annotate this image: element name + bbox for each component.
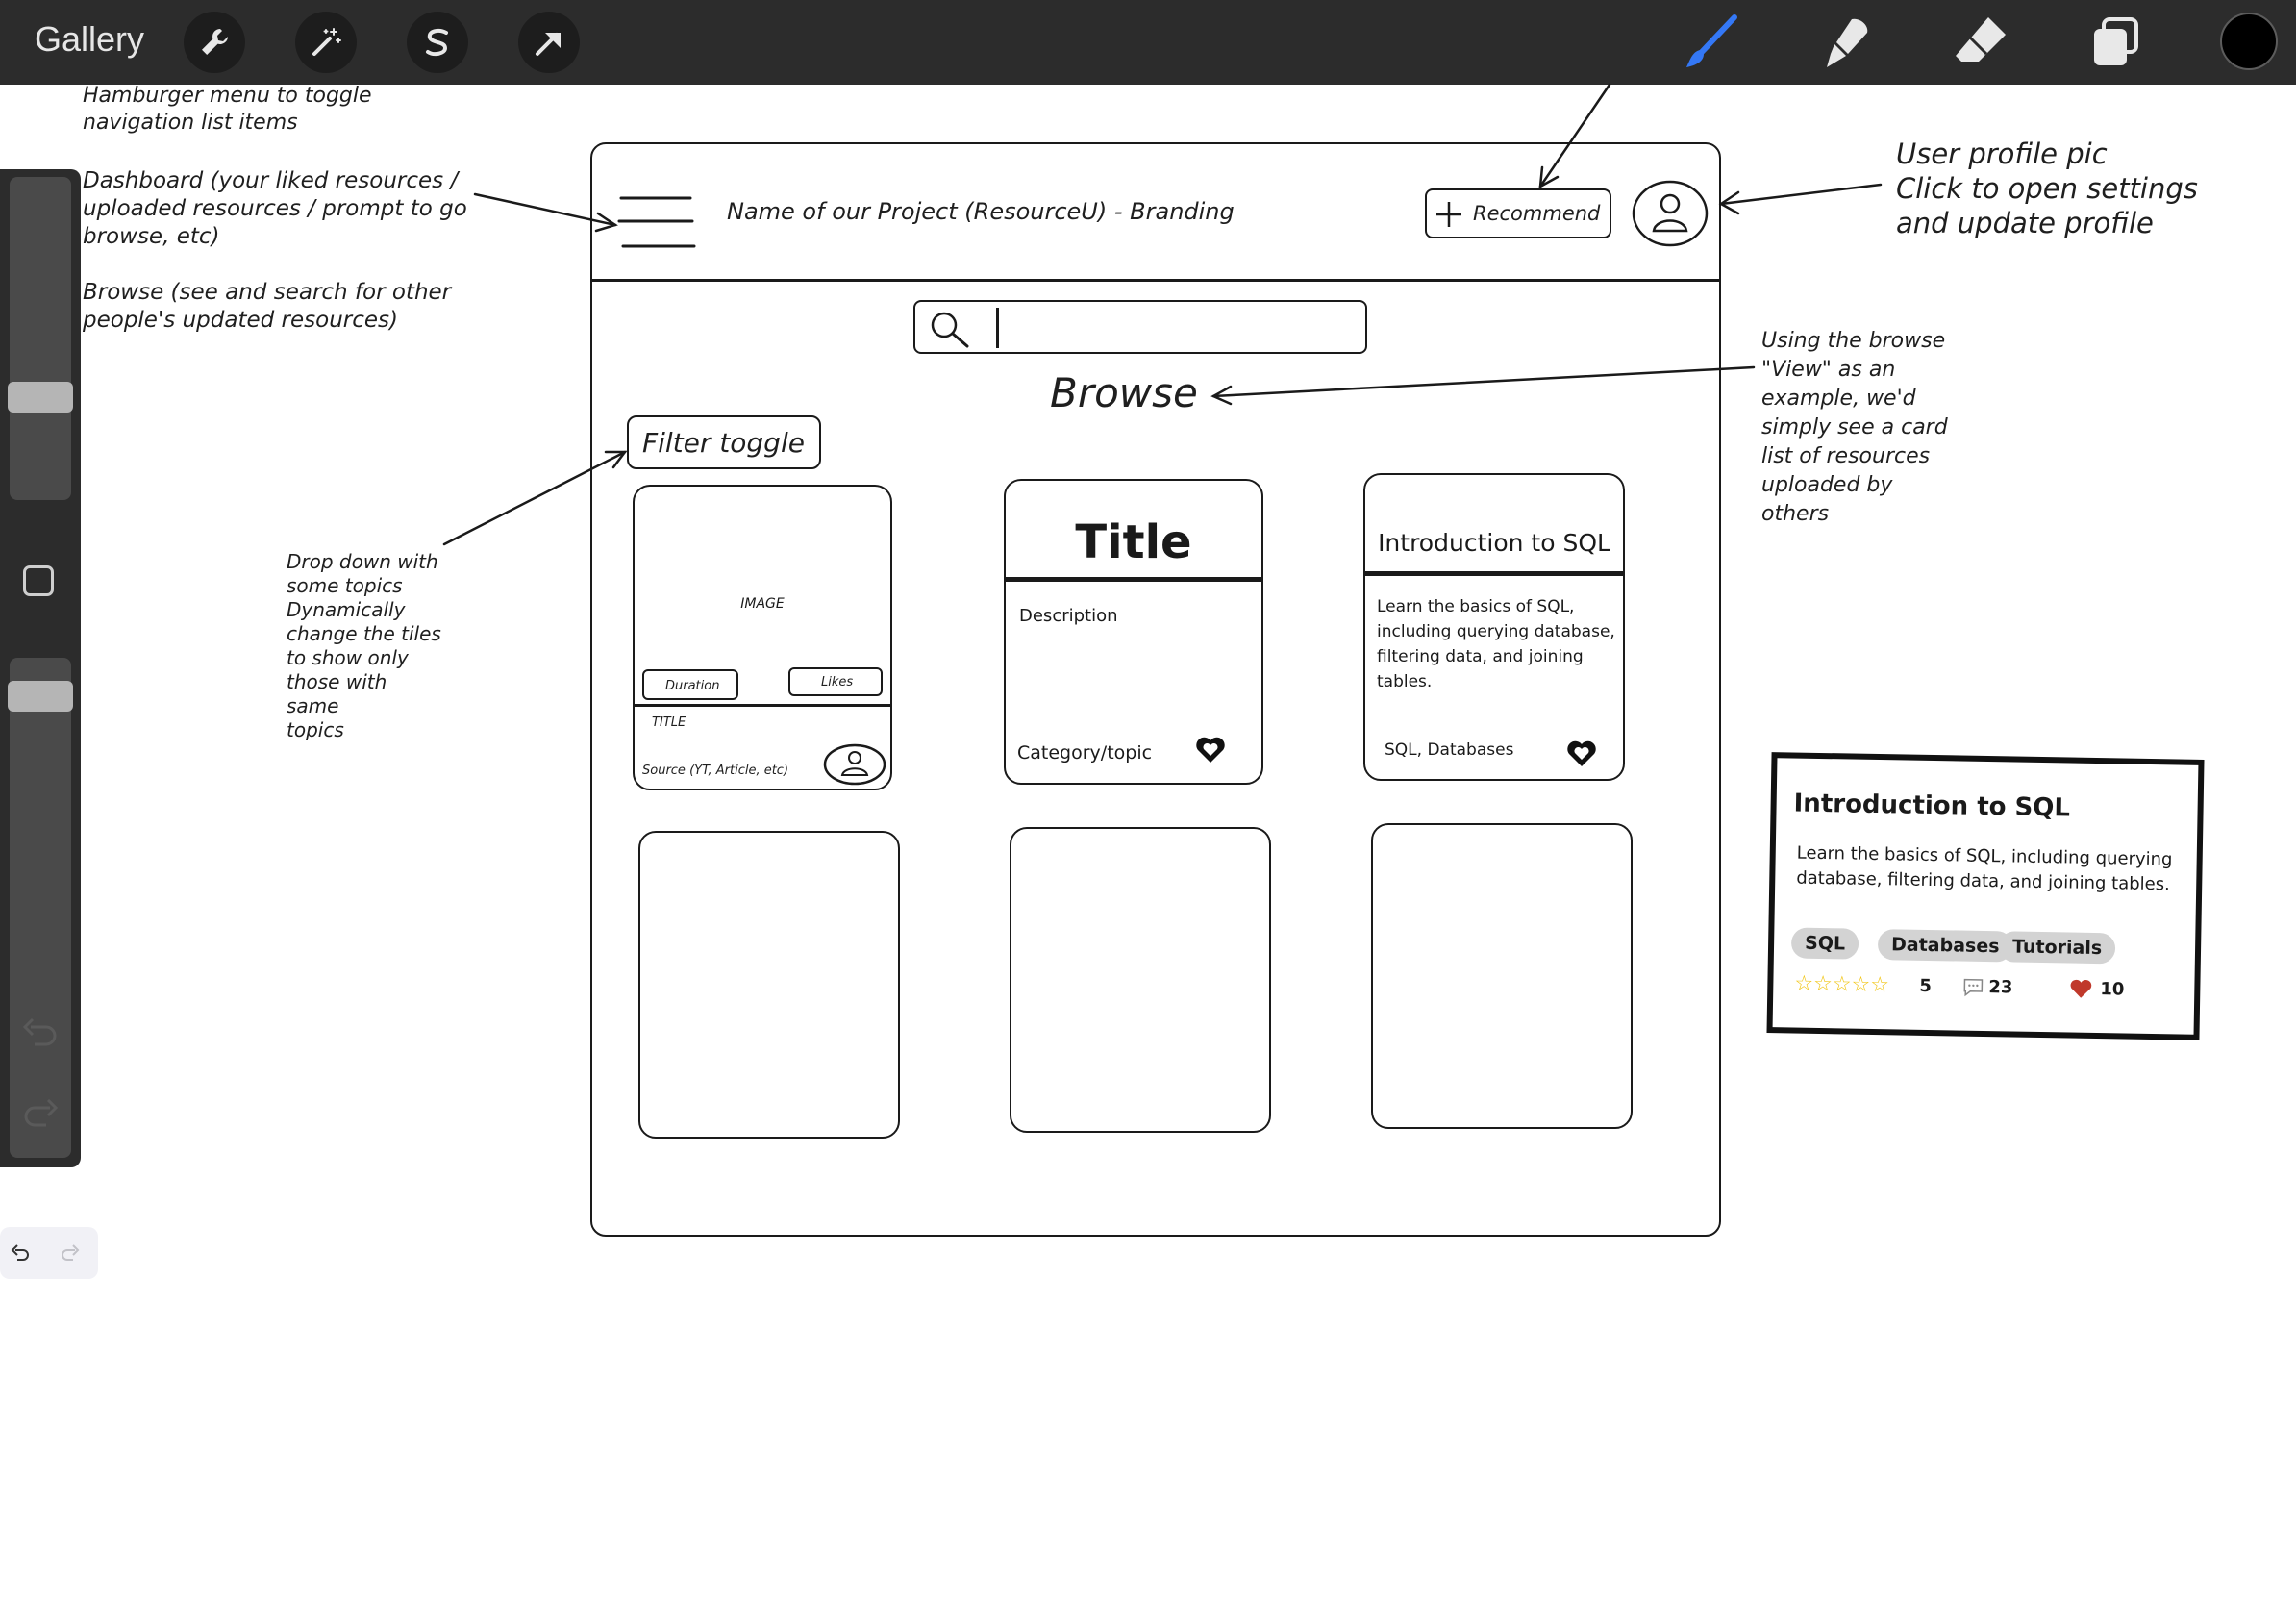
comment-count: 23	[1988, 977, 2013, 998]
browse-heading: Browse	[1050, 369, 1198, 416]
text-cursor	[996, 308, 999, 348]
card-3-divider	[1365, 571, 1623, 576]
duration-button[interactable]: Duration	[642, 669, 738, 700]
card-2-divider	[1006, 577, 1261, 582]
recommend-button[interactable]: Recommend	[1425, 188, 1611, 238]
card-1-divider	[635, 704, 890, 707]
branding-text: Name of our Project (ResourceU) - Brandi…	[727, 198, 1235, 225]
filter-toggle-label: Filter toggle	[642, 427, 805, 459]
card-2-title: Title	[1075, 515, 1192, 569]
search-bar[interactable]	[913, 300, 1367, 354]
card-2-category: Category/topic	[1017, 742, 1153, 764]
tag-sql[interactable]: SQL	[1790, 927, 1859, 960]
card-3-description: Learn the basics of SQL, including query…	[1377, 597, 1615, 691]
detail-card-description: Learn the basics of SQL, including query…	[1796, 842, 2173, 895]
resource-detail-card[interactable]: Introduction to SQL Learn the basics of …	[1766, 752, 2205, 1040]
card-1-source: Source (YT, Article, etc)	[642, 764, 789, 778]
resource-card-5[interactable]	[1010, 827, 1271, 1133]
likes-button[interactable]: Likes	[788, 667, 883, 696]
arrow-to-profile	[1719, 183, 1883, 206]
heart-icon[interactable]	[1565, 739, 1598, 769]
tag-tutorials[interactable]: Tutorials	[1998, 931, 2116, 965]
card-1-title: TITLE	[652, 715, 686, 730]
heart-filled-icon[interactable]	[2069, 979, 2092, 1000]
tag-databases[interactable]: Databases	[1877, 929, 2013, 963]
duration-label: Duration	[665, 679, 720, 693]
like-count: 10	[2100, 979, 2125, 1000]
resource-card-1[interactable]: IMAGE Duration Likes TITLE Source (YT, A…	[633, 485, 892, 790]
resource-card-3[interactable]: Introduction to SQL Learn the basics of …	[1363, 473, 1625, 781]
hamburger-menu-icon[interactable]	[615, 190, 698, 252]
heart-icon[interactable]	[1194, 735, 1227, 765]
card-image-placeholder: IMAGE	[740, 596, 785, 612]
profile-avatar-icon[interactable]	[1631, 179, 1710, 248]
likes-label: Likes	[821, 675, 854, 689]
card-3-title: Introduction to SQL	[1378, 529, 1610, 557]
uploader-avatar-icon[interactable]	[823, 742, 886, 787]
header-divider	[590, 279, 1721, 282]
recommend-label: Recommend	[1473, 202, 1601, 225]
plus-icon	[1436, 202, 1461, 227]
card-2-description: Description	[1019, 606, 1118, 626]
rating-value: 5	[1919, 975, 1933, 997]
rating-stars[interactable]: ☆☆☆☆☆	[1794, 972, 1889, 998]
resource-card-2[interactable]: Title Description Category/topic	[1004, 479, 1263, 785]
detail-card-title: Introduction to SQL	[1793, 789, 2071, 823]
card-3-tags: SQL, Databases	[1385, 740, 1514, 760]
resource-card-6[interactable]	[1371, 823, 1633, 1129]
comment-icon[interactable]	[1961, 977, 1984, 998]
filter-toggle-button[interactable]: Filter toggle	[627, 415, 821, 469]
resource-card-4[interactable]	[638, 831, 900, 1139]
search-icon	[931, 312, 969, 348]
